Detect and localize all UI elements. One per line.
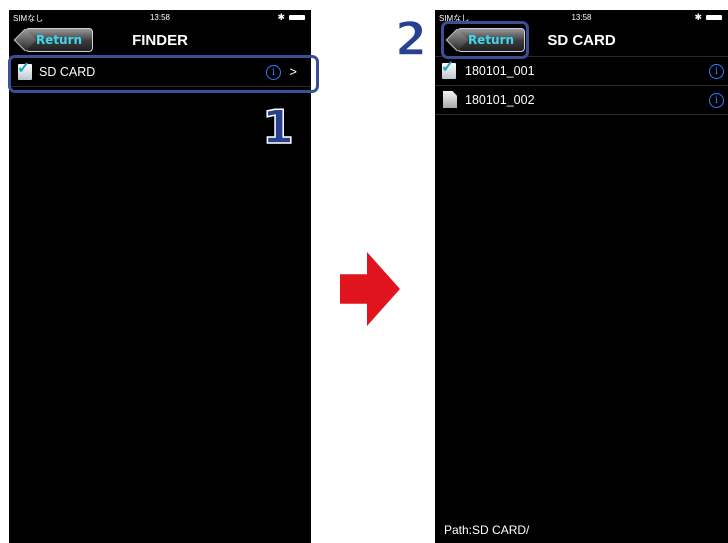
- status-bar: SIMなし 13:58 ✱: [9, 10, 311, 26]
- list-item-label: 180101_002: [465, 93, 535, 107]
- list-item-folder[interactable]: ✓ 180101_001 i: [435, 57, 728, 86]
- info-icon[interactable]: i: [709, 93, 724, 108]
- bluetooth-icon: ✱: [694, 12, 702, 22]
- file-icon: [443, 91, 457, 108]
- path-label: Path:SD CARD/: [444, 523, 530, 537]
- sd-card-screen: SIMなし 13:58 ✱ Return SD CARD ✓ 180101_00…: [435, 10, 728, 543]
- highlight-box: [8, 55, 319, 93]
- arrow-right-icon: [340, 252, 400, 326]
- folder-check-icon: ✓: [441, 60, 456, 79]
- clock: 13:58: [149, 13, 171, 22]
- info-icon[interactable]: i: [709, 64, 724, 79]
- return-button[interactable]: Return: [457, 28, 525, 52]
- bluetooth-icon: ✱: [277, 12, 285, 22]
- return-button[interactable]: Return: [25, 28, 93, 52]
- step-number-2: 2: [394, 12, 428, 66]
- battery-icon: [706, 15, 722, 20]
- step-number-1: 1: [261, 100, 295, 154]
- list-item-label: 180101_001: [465, 64, 535, 78]
- list-item-file[interactable]: 180101_002 i: [435, 86, 728, 115]
- battery-icon: [289, 15, 305, 20]
- nav-bar: Return FINDER: [9, 26, 311, 57]
